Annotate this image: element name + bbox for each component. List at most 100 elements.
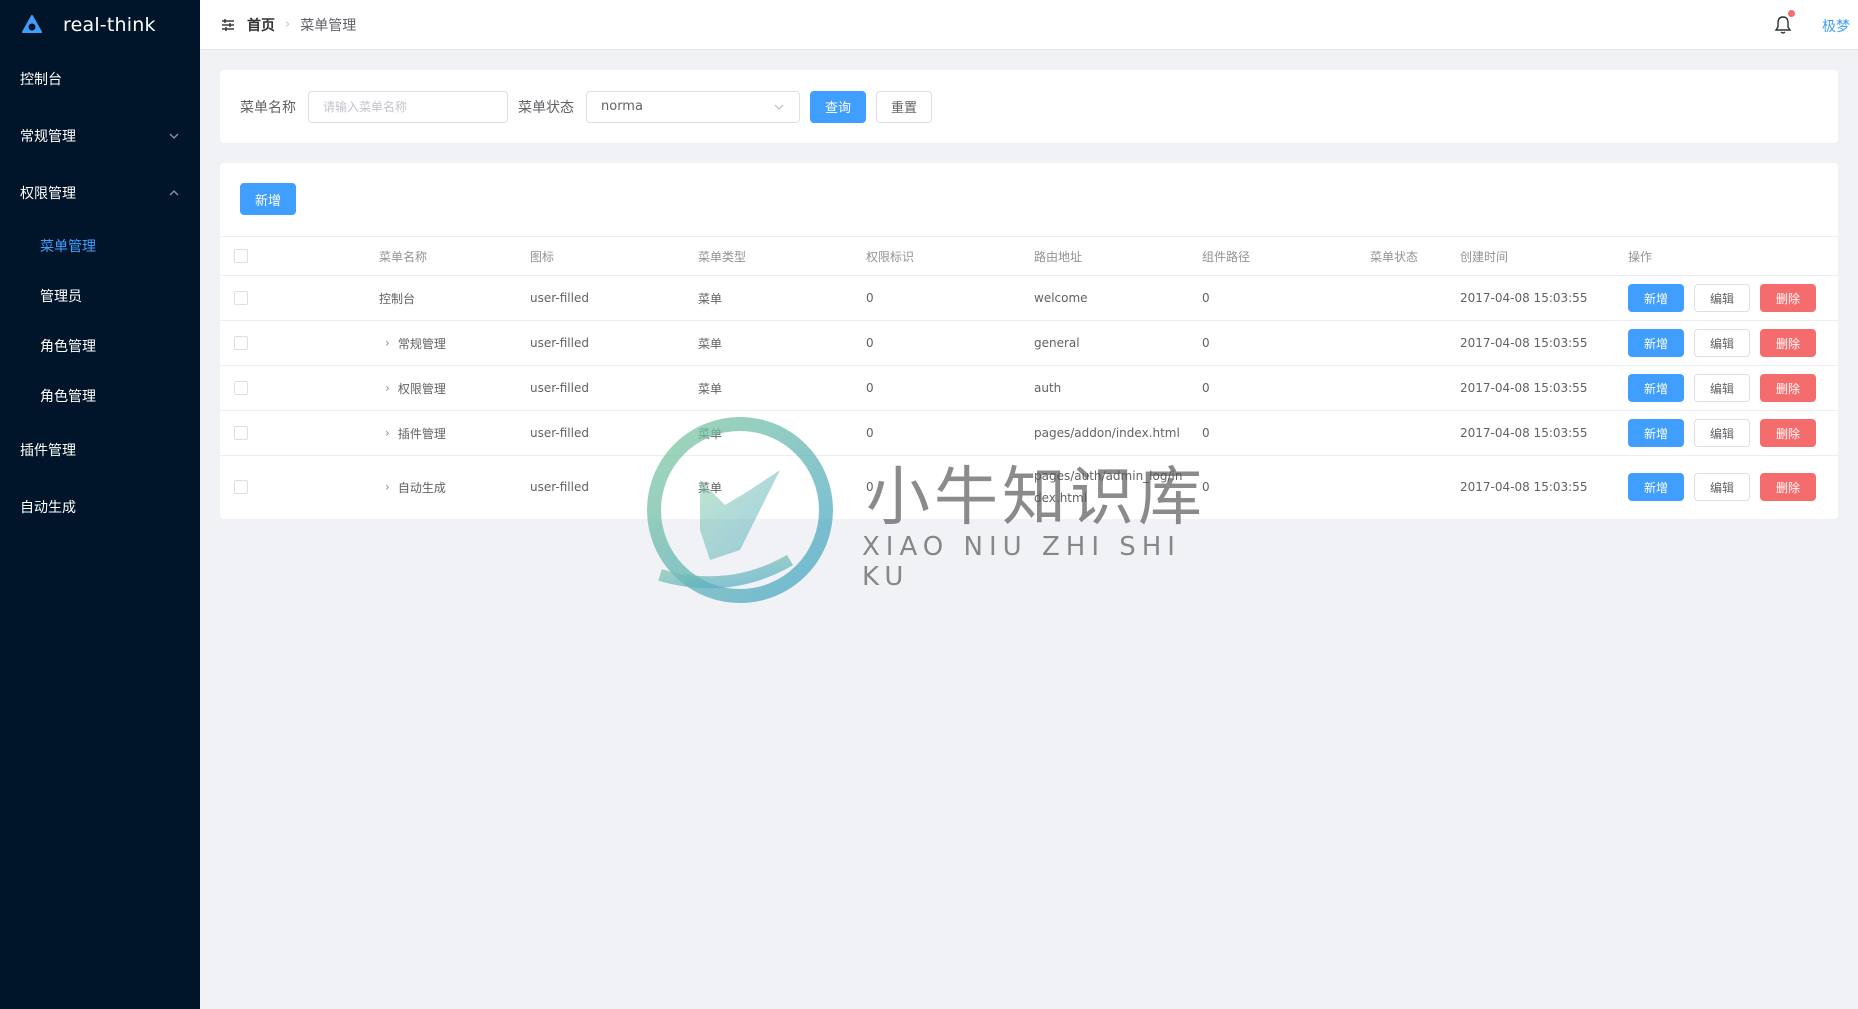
cell-perm: 0: [866, 426, 874, 440]
column-header[interactable]: 权限标识: [866, 237, 914, 275]
sidebar-item-autogen[interactable]: 自动生成: [0, 478, 200, 535]
breadcrumb-separator-icon: ›: [285, 17, 291, 32]
row-add-button[interactable]: 新增: [1628, 329, 1684, 357]
expand-arrow-icon[interactable]: ›: [385, 381, 390, 395]
column-header[interactable]: 菜单名称: [379, 237, 427, 275]
breadcrumb-home[interactable]: 首页: [247, 15, 275, 35]
expand-arrow-icon[interactable]: ›: [385, 336, 390, 350]
user-name[interactable]: 极梦: [1822, 16, 1850, 36]
expand-arrow-icon[interactable]: ›: [385, 426, 390, 440]
column-header[interactable]: 创建时间: [1460, 237, 1508, 275]
row-delete-button[interactable]: 删除: [1760, 284, 1816, 312]
column-header[interactable]: 路由地址: [1034, 237, 1082, 275]
cell-component: 0: [1202, 480, 1210, 494]
sidebar-item-label: 权限管理: [20, 185, 76, 202]
column-header[interactable]: 图标: [530, 237, 554, 275]
chevron-up-icon: [169, 189, 179, 195]
sidebar-subitem-label: 角色管理: [40, 339, 96, 355]
cell-perm: 0: [866, 291, 874, 305]
row-delete-button[interactable]: 删除: [1760, 473, 1816, 501]
cell-perm: 0: [866, 480, 874, 494]
row-checkbox[interactable]: [234, 480, 248, 494]
sidebar-item-label: 插件管理: [20, 442, 76, 459]
cell-created: 2017-04-08 15:03:55: [1460, 426, 1588, 440]
sidebar-item-dashboard[interactable]: 控制台: [0, 50, 200, 107]
cell-route: welcome: [1034, 291, 1088, 305]
cell-type: 菜单: [698, 336, 723, 351]
row-delete-button[interactable]: 删除: [1760, 419, 1816, 447]
sidebar-subitem-admin[interactable]: 管理员: [0, 271, 200, 321]
cell-icon: user-filled: [530, 426, 589, 440]
table-row: › 常规管理 user-filled 菜单 0 general 0 2017-0…: [220, 321, 1838, 366]
cell-type: 菜单: [698, 291, 723, 306]
row-checkbox[interactable]: [234, 291, 248, 305]
cell-name: 常规管理: [397, 336, 446, 351]
menu-fold-icon[interactable]: [221, 18, 235, 32]
row-checkbox[interactable]: [234, 381, 248, 395]
row-add-button[interactable]: 新增: [1628, 473, 1684, 501]
column-header[interactable]: 菜单状态: [1370, 237, 1418, 275]
sidebar: real-think 控制台 常规管理 权限管理 菜单管理 管理员 角色管理 角…: [0, 0, 200, 1009]
cell-name: 权限管理: [397, 381, 446, 396]
menu-name-input[interactable]: 请输入菜单名称: [308, 90, 508, 123]
row-edit-button[interactable]: 编辑: [1694, 329, 1750, 357]
select-all-checkbox[interactable]: [234, 249, 248, 263]
menu-status-select[interactable]: norma: [586, 90, 800, 123]
cell-icon: user-filled: [530, 381, 589, 395]
table-card: 新增 菜单名称 图标 菜单类型 权限标识 路由地址 组件路径 菜单状态 创建时间…: [220, 163, 1838, 519]
add-menu-button[interactable]: 新增: [240, 183, 296, 215]
row-delete-button[interactable]: 删除: [1760, 329, 1816, 357]
cell-name: 插件管理: [397, 426, 446, 441]
row-edit-button[interactable]: 编辑: [1694, 473, 1750, 501]
menu-name-label: 菜单名称: [240, 99, 296, 116]
sidebar-item-label: 自动生成: [20, 499, 76, 516]
sidebar-item-plugin[interactable]: 插件管理: [0, 421, 200, 478]
menu-status-label: 菜单状态: [518, 99, 574, 116]
cell-name: 自动生成: [397, 480, 446, 495]
row-delete-button[interactable]: 删除: [1760, 374, 1816, 402]
cell-type: 菜单: [698, 381, 723, 396]
sidebar-subitem-role[interactable]: 角色管理: [0, 321, 200, 371]
cell-route: pages/addon/index.html: [1034, 426, 1180, 440]
sidebar-item-label: 常规管理: [20, 128, 76, 145]
column-header: 操作: [1628, 249, 1653, 264]
cell-created: 2017-04-08 15:03:55: [1460, 381, 1588, 395]
menu-table: 菜单名称 图标 菜单类型 权限标识 路由地址 组件路径 菜单状态 创建时间 操作…: [220, 236, 1838, 518]
query-button[interactable]: 查询: [810, 90, 866, 123]
cell-created: 2017-04-08 15:03:55: [1460, 291, 1588, 305]
column-header[interactable]: 菜单类型: [698, 237, 746, 275]
cell-route: auth: [1034, 381, 1062, 395]
breadcrumb: 首页 › 菜单管理: [247, 15, 356, 35]
cell-type: 菜单: [698, 480, 723, 495]
expand-arrow-icon[interactable]: ›: [385, 480, 390, 494]
cell-perm: 0: [866, 381, 874, 395]
cell-route: general: [1034, 336, 1080, 350]
reset-button[interactable]: 重置: [876, 90, 932, 123]
row-edit-button[interactable]: 编辑: [1694, 374, 1750, 402]
table-header: 菜单名称 图标 菜单类型 权限标识 路由地址 组件路径 菜单状态 创建时间 操作: [220, 236, 1838, 276]
row-checkbox[interactable]: [234, 336, 248, 350]
table-row: › 插件管理 user-filled 菜单 0 pages/addon/inde…: [220, 411, 1838, 456]
sidebar-item-auth[interactable]: 权限管理: [0, 164, 200, 221]
cell-route: pages/auth/admin_log/index.html: [1034, 469, 1183, 505]
bell-icon[interactable]: [1774, 15, 1792, 35]
cell-perm: 0: [866, 336, 874, 350]
row-edit-button[interactable]: 编辑: [1694, 419, 1750, 447]
row-add-button[interactable]: 新增: [1628, 284, 1684, 312]
row-edit-button[interactable]: 编辑: [1694, 284, 1750, 312]
menu-name-placeholder: 请输入菜单名称: [323, 100, 408, 114]
row-checkbox[interactable]: [234, 426, 248, 440]
cell-name: 控制台: [379, 291, 416, 306]
watermark-subtitle: XIAO NIU ZHI SHI KU: [862, 532, 1181, 592]
cell-type: 菜单: [698, 426, 723, 441]
column-header[interactable]: 组件路径: [1202, 237, 1250, 275]
logo[interactable]: real-think: [0, 0, 200, 50]
sidebar-item-label: 控制台: [20, 71, 62, 88]
sidebar-subitem-menu-manage[interactable]: 菜单管理: [0, 221, 200, 271]
sidebar-item-general[interactable]: 常规管理: [0, 107, 200, 164]
row-add-button[interactable]: 新增: [1628, 374, 1684, 402]
sidebar-subitem-role-2[interactable]: 角色管理: [0, 371, 200, 421]
table-row: › 权限管理 user-filled 菜单 0 auth 0 2017-04-0…: [220, 366, 1838, 411]
row-add-button[interactable]: 新增: [1628, 419, 1684, 447]
header: 首页 › 菜单管理 极梦: [200, 0, 1858, 50]
